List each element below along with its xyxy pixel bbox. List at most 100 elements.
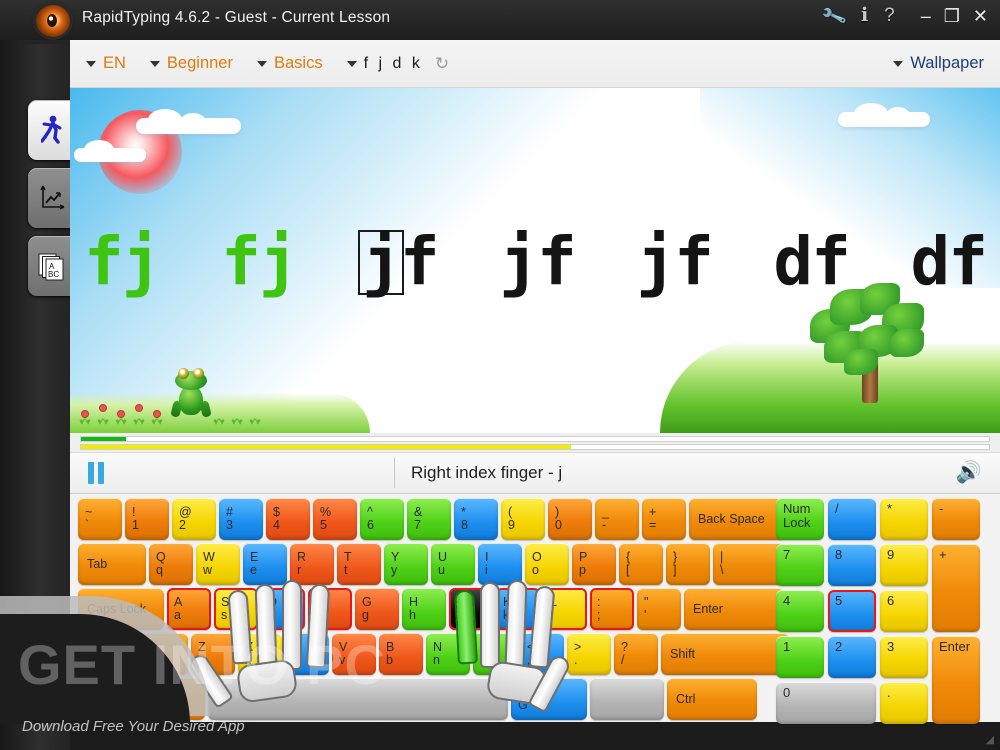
key-back-space[interactable]: Back Space (689, 498, 785, 540)
numpad-key-5[interactable]: 5 (828, 590, 876, 632)
key-[[interactable]: {[ (619, 543, 663, 585)
key-upper: < (527, 640, 535, 654)
key-b[interactable]: Bb (379, 633, 423, 675)
key-.[interactable]: >. (567, 633, 611, 675)
key-w[interactable]: Ww (196, 543, 240, 585)
key-shift[interactable]: Shift (661, 633, 789, 675)
key-][interactable]: }] (666, 543, 710, 585)
numpad-key-7[interactable]: 7 (776, 544, 824, 586)
key-`[interactable]: ~ ` (78, 498, 122, 540)
course-dropdown[interactable]: Basics (256, 54, 323, 73)
key-ctrl[interactable]: Ctrl (667, 678, 757, 720)
key-e[interactable]: Ee (243, 543, 287, 585)
key-\[interactable]: | \ (713, 543, 785, 585)
key-,[interactable]: <, (520, 633, 564, 675)
key-4[interactable]: $4 (266, 498, 310, 540)
numpad-key-*[interactable]: * (880, 498, 928, 540)
key-=[interactable]: + = (642, 498, 686, 540)
key-v[interactable]: Vv (332, 633, 376, 675)
keyboard-row: ~ `! 1 @2 #3 $4% 5 ^ 6 & 7 * 8(9) 0 _ - + = Back Space (78, 498, 785, 540)
close-button[interactable]: ✕ (973, 7, 988, 25)
key-m[interactable]: Mm (473, 633, 517, 675)
key-lower: j (456, 608, 459, 622)
numpad-key--[interactable]: - (932, 498, 980, 540)
key-a[interactable]: Aa (167, 588, 211, 630)
key-1[interactable]: ! 1 (125, 498, 169, 540)
pause-button[interactable] (88, 462, 104, 484)
key-f[interactable]: Ff (308, 588, 352, 630)
key-5[interactable]: % 5 (313, 498, 357, 540)
key-t[interactable]: Tt (337, 543, 381, 585)
key-y[interactable]: Yy (384, 543, 428, 585)
refresh-icon[interactable]: ↻ (435, 54, 449, 74)
course-progress-fill (81, 445, 572, 449)
language-dropdown[interactable]: EN (86, 54, 126, 73)
key-n[interactable]: Nn (426, 633, 470, 675)
key-l[interactable]: Ll (543, 588, 587, 630)
key-r[interactable]: Rr (290, 543, 334, 585)
key-tab[interactable]: Tab (78, 543, 146, 585)
numpad-key-+[interactable]: + (932, 544, 980, 632)
numpad-key-6[interactable]: 6 (880, 590, 928, 632)
typed-word: fj (221, 223, 298, 300)
key-G[interactable]: AG (511, 678, 587, 720)
level-dropdown[interactable]: Beginner (149, 54, 233, 73)
key-i[interactable]: Ii (478, 543, 522, 585)
key-blank[interactable] (590, 678, 664, 720)
numpad-key-0[interactable]: 0 (776, 682, 876, 724)
key-3[interactable]: #3 (219, 498, 263, 540)
pending-word: df (910, 223, 987, 300)
key-lower: n (433, 653, 440, 667)
key-7[interactable]: & 7 (407, 498, 451, 540)
key-2[interactable]: @2 (172, 498, 216, 540)
key-o[interactable]: Oo (525, 543, 569, 585)
wallpaper-dropdown[interactable]: Wallpaper (893, 54, 984, 73)
key-h[interactable]: Hh (402, 588, 446, 630)
walking-person-icon (41, 115, 62, 144)
sidebar-item-lesson[interactable] (28, 100, 76, 160)
key-blank[interactable] (208, 678, 508, 720)
lesson-progress-fill (81, 437, 127, 441)
key-enter[interactable]: Enter (684, 588, 784, 630)
key-x[interactable]: Xx (238, 633, 282, 675)
key-u[interactable]: Uu (431, 543, 475, 585)
sidebar-item-texts[interactable]: A BC (28, 236, 76, 296)
key--[interactable]: _ - (595, 498, 639, 540)
key-8[interactable]: * 8 (454, 498, 498, 540)
help-icon[interactable]: ? (884, 6, 895, 25)
wrench-icon[interactable]: 🔧 (820, 2, 848, 28)
numpad-key-3[interactable]: 3 (880, 636, 928, 678)
numpad-key-enter[interactable]: Enter (932, 636, 980, 724)
minimize-button[interactable]: – (921, 7, 931, 25)
resize-grip[interactable]: ◢ (986, 733, 994, 746)
key-/[interactable]: ? / (614, 633, 658, 675)
key-c[interactable]: Cc (285, 633, 329, 675)
key-0[interactable]: ) 0 (548, 498, 592, 540)
numpad-key-num-lock[interactable]: Num Lock (776, 498, 824, 540)
numpad-key-2[interactable]: 2 (828, 636, 876, 678)
key-j[interactable]: Jj (449, 588, 493, 630)
sidebar-item-statistics[interactable] (28, 168, 76, 228)
restore-button[interactable]: ❐ (944, 7, 960, 25)
numpad-key-9[interactable]: 9 (880, 544, 928, 586)
key-g[interactable]: Gg (355, 588, 399, 630)
keyboard-row: Caps LockAaSsDdFfGgHhJjKkLl:;"'Enter (78, 588, 784, 630)
info-icon[interactable]: ℹ (861, 6, 868, 25)
key-q[interactable]: Qq (149, 543, 193, 585)
numpad-key-4[interactable]: 4 (776, 590, 824, 632)
key-;[interactable]: :; (590, 588, 634, 630)
key-9[interactable]: (9 (501, 498, 545, 540)
numpad-key-/[interactable]: / (828, 498, 876, 540)
numpad-key-1[interactable]: 1 (776, 636, 824, 678)
key-lower: m (480, 653, 491, 667)
key-'[interactable]: " ' (637, 588, 681, 630)
numpad-key-8[interactable]: 8 (828, 544, 876, 586)
key-p[interactable]: Pp (572, 543, 616, 585)
speaker-icon[interactable]: 🔊 (956, 461, 982, 485)
key-d[interactable]: Dd (261, 588, 305, 630)
key-k[interactable]: Kk (496, 588, 540, 630)
lesson-dropdown[interactable]: f j d k (346, 55, 423, 73)
key-s[interactable]: Ss (214, 588, 258, 630)
numpad-key-.[interactable]: . (880, 682, 928, 724)
key-6[interactable]: ^ 6 (360, 498, 404, 540)
